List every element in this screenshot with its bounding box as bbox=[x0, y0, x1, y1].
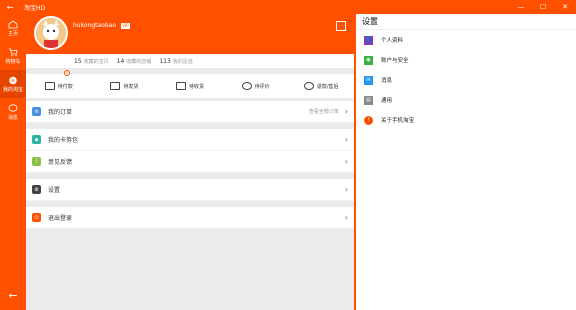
nav-item-home[interactable]: 主页 bbox=[0, 14, 26, 42]
refund-icon bbox=[303, 82, 314, 90]
feedback-row[interactable]: ! 意见反馈 › bbox=[26, 151, 354, 173]
cart-icon bbox=[8, 47, 19, 57]
message-icon: ✉ bbox=[364, 75, 373, 85]
settings-item-account-security[interactable]: ◉ 账户与安全 bbox=[356, 50, 576, 70]
home-icon bbox=[8, 19, 19, 29]
back-arrow-icon[interactable]: ← bbox=[0, 289, 26, 302]
logout-icon: ⏻ bbox=[32, 213, 41, 222]
nav-item-label: 主页 bbox=[7, 31, 18, 37]
stat-favorite-shops[interactable]: 14 收藏的店铺 bbox=[117, 58, 152, 65]
settings-item-general[interactable]: ▤ 通用 bbox=[356, 90, 576, 110]
vip-badge: VIP bbox=[120, 22, 130, 29]
info-icon: i bbox=[364, 115, 373, 125]
settings-item-about[interactable]: i 关于手机淘宝 bbox=[356, 110, 576, 130]
chevron-right-icon: › bbox=[344, 213, 348, 222]
settings-row[interactable]: ⚙ 设置 › bbox=[26, 179, 354, 201]
back-arrow-icon[interactable]: ← bbox=[0, 3, 20, 12]
username: hukongtaobao VIP bbox=[73, 22, 130, 29]
review-icon bbox=[241, 82, 252, 90]
window-title: 淘宝HD bbox=[24, 4, 46, 12]
gear-icon: ⚙ bbox=[32, 185, 41, 194]
chevron-right-icon: › bbox=[344, 107, 348, 116]
nav-item-label: 消息 bbox=[7, 115, 18, 121]
order-to-review[interactable]: 待评价 bbox=[223, 74, 289, 98]
nav-item-label: 我的淘宝 bbox=[2, 87, 23, 93]
order-to-receive[interactable]: 待收货 bbox=[157, 74, 223, 98]
chat-bubble-icon bbox=[8, 103, 19, 113]
my-orders-row[interactable]: ≡ 我的订单 查看全部订单 › bbox=[26, 101, 354, 123]
coupon-icon: ◆ bbox=[32, 135, 41, 144]
wallet-icon bbox=[44, 82, 55, 90]
profile-stats: 15 收藏的宝贝 14 收藏的店铺 113 我的足迹 bbox=[26, 54, 354, 68]
chevron-right-icon: › bbox=[344, 157, 348, 166]
minimize-button[interactable]: — bbox=[510, 3, 532, 11]
nav-item-my-taobao[interactable]: 淘 我的淘宝 bbox=[0, 70, 26, 98]
maximize-button[interactable]: ☐ bbox=[532, 3, 554, 11]
avatar[interactable] bbox=[34, 16, 68, 50]
window-titlebar: ← 淘宝HD — ☐ ✕ bbox=[0, 0, 576, 14]
nav-item-cart[interactable]: 购物车 bbox=[0, 42, 26, 70]
shield-icon: ◉ bbox=[364, 55, 373, 65]
user-icon: 淘 bbox=[8, 75, 19, 85]
stat-favorite-items[interactable]: 15 收藏的宝贝 bbox=[74, 58, 109, 65]
left-nav: 主页 购物车 淘 我的淘宝 消息 ← bbox=[0, 14, 26, 310]
general-icon: ▤ bbox=[364, 95, 373, 105]
close-button[interactable]: ✕ bbox=[554, 3, 576, 11]
settings-item-profile[interactable]: 👤 个人资料 bbox=[356, 30, 576, 50]
order-refund[interactable]: 退款/售后 bbox=[288, 74, 354, 98]
view-all-orders-link[interactable]: 查看全部订单 bbox=[309, 108, 339, 115]
nav-item-messages[interactable]: 消息 bbox=[0, 98, 26, 126]
profile-header: hukongtaobao VIP bbox=[26, 14, 354, 54]
panel-title: 设置 bbox=[356, 14, 576, 30]
settings-panel: 设置 👤 个人资料 ◉ 账户与安全 ✉ 消息 ▤ 通用 i 关于手机淘宝 bbox=[354, 14, 576, 310]
coupons-row[interactable]: ◆ 我的卡劵包 › bbox=[26, 129, 354, 151]
order-pending-payment[interactable]: 待付款 1 bbox=[26, 70, 92, 98]
main-content: hukongtaobao VIP 15 收藏的宝贝 14 收藏的店铺 113 我的足迹… bbox=[26, 14, 354, 310]
order-to-ship[interactable]: 待发货 bbox=[92, 74, 158, 98]
chevron-right-icon: › bbox=[344, 135, 348, 144]
truck-icon bbox=[175, 82, 186, 90]
orders-list-icon: ≡ bbox=[32, 107, 41, 116]
feedback-icon: ! bbox=[32, 157, 41, 166]
order-status-bar: 待付款 1 待发货 待收货 待评价 退款/售后 bbox=[26, 70, 354, 98]
profile-icon: 👤 bbox=[364, 35, 373, 45]
pending-payment-badge: 1 bbox=[64, 70, 70, 76]
svg-text:淘: 淘 bbox=[11, 77, 15, 83]
box-icon bbox=[110, 82, 121, 90]
settings-item-messages[interactable]: ✉ 消息 bbox=[356, 70, 576, 90]
nav-item-label: 购物车 bbox=[5, 59, 21, 65]
qr-code-icon[interactable] bbox=[336, 21, 346, 31]
stat-footprints[interactable]: 113 我的足迹 bbox=[159, 58, 192, 65]
logout-row[interactable]: ⏻ 退出登录 › bbox=[26, 207, 354, 229]
chevron-right-icon: › bbox=[344, 185, 348, 194]
